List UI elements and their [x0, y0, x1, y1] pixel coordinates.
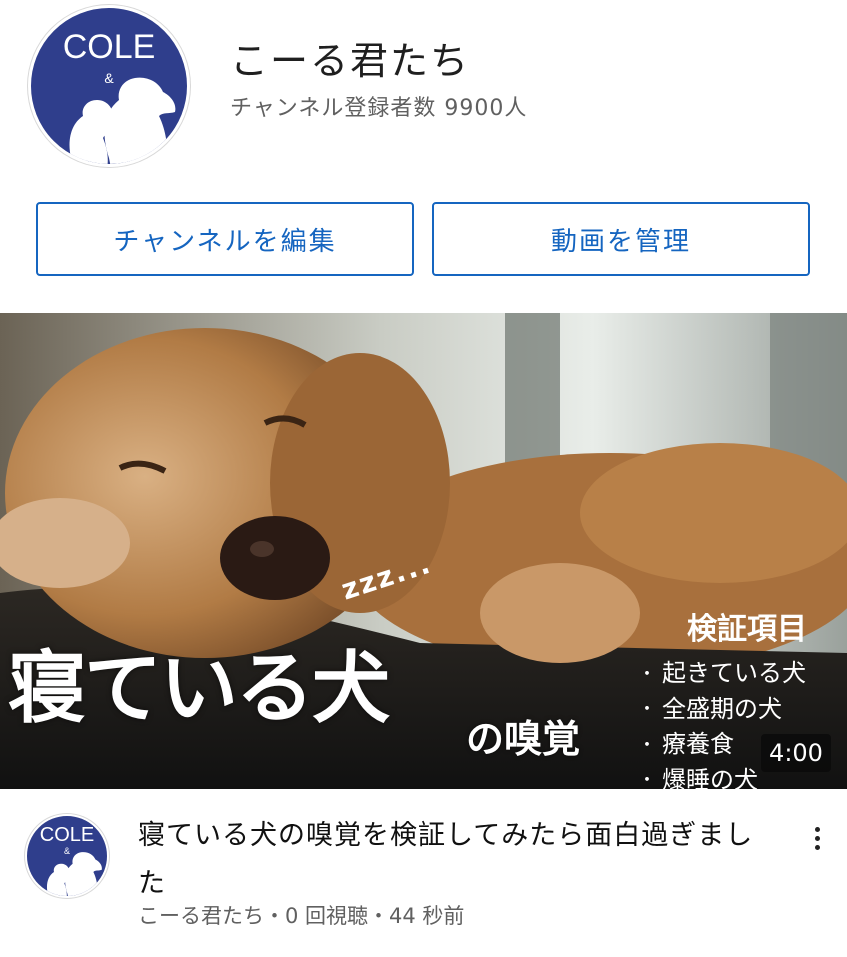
channel-header: COLE & こーる君たち チャンネル登録者数 9900人 [0, 0, 847, 190]
video-channel-avatar[interactable]: COLE & [25, 814, 109, 898]
kebab-dot [814, 844, 820, 850]
more-vert-icon[interactable] [802, 818, 832, 858]
avatar-logo-text: COLE [62, 28, 156, 66]
bullet: ・ [638, 699, 656, 720]
checklist-item: ・起きている犬 [638, 659, 806, 687]
bullet: ・ [638, 734, 656, 756]
kebab-dot [814, 835, 820, 841]
bullet: ・ [638, 770, 656, 791]
checklist-heading: 検証項目 [687, 612, 807, 647]
avatar-logo-amp: & [63, 846, 70, 856]
video-duration-badge: 4:00 [761, 734, 831, 772]
video-meta: こーる君たち・0 回視聴・44 秒前 [138, 904, 465, 928]
channel-avatar[interactable]: COLE & [28, 5, 190, 167]
channel-title: こーる君たち [230, 39, 471, 83]
avatar-logo-text: COLE [39, 824, 95, 846]
thumbnail-title-large: 寝ている犬 [8, 644, 390, 734]
manage-videos-button[interactable]: 動画を管理 [432, 202, 810, 276]
youtube-channel-page: COLE & こーる君たち チャンネル登録者数 9900人 チャンネルを編集 動… [0, 0, 847, 957]
bullet: ・ [638, 663, 656, 685]
kebab-dot [814, 826, 820, 832]
edit-channel-button[interactable]: チャンネルを編集 [36, 202, 414, 276]
avatar-logo-amp: & [104, 70, 114, 86]
checklist-item: ・全盛期の犬 [638, 694, 782, 723]
video-title[interactable]: 寝ている犬の嗅覚を検証してみたら面白過ぎました [138, 812, 778, 908]
thumbnail-title-small: の嗅覚 [466, 717, 581, 761]
subscriber-count: チャンネル登録者数 9900人 [230, 96, 528, 121]
